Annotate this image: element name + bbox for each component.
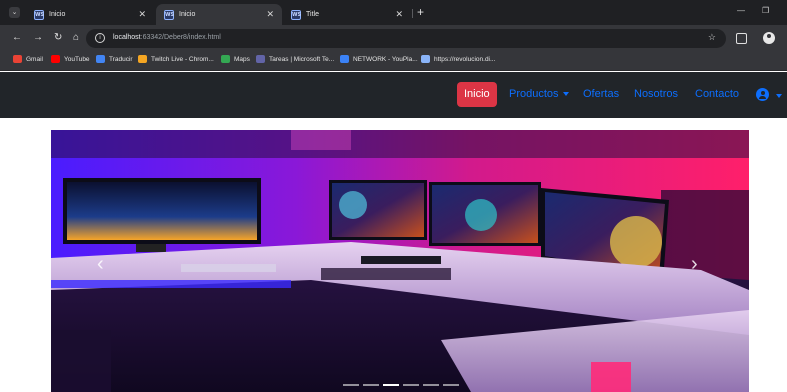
carousel-image xyxy=(51,130,749,392)
bookmark-revolucion[interactable]: https://revolucion.di... xyxy=(421,55,495,63)
network-icon xyxy=(340,55,349,63)
tab-search-icon[interactable]: ⌄ xyxy=(9,7,20,18)
nav-link-inicio[interactable]: Inicio xyxy=(457,82,497,107)
link-icon xyxy=(421,55,430,63)
url-text: localhost:63342/Deber8/index.html xyxy=(113,34,221,41)
bookmark-translate[interactable]: Traducir xyxy=(96,55,133,63)
home-icon[interactable]: ⌂ xyxy=(73,32,79,44)
carousel-indicator[interactable] xyxy=(343,384,359,386)
chevron-down-icon xyxy=(562,92,569,97)
tab-divider xyxy=(412,9,413,18)
chevron-right-icon[interactable]: › xyxy=(691,254,698,274)
bookmark-label: NETWORK - YouPla... xyxy=(353,55,418,63)
bookmark-label: Tareas | Microsoft Te... xyxy=(269,55,335,63)
bookmark-gmail[interactable]: Gmail xyxy=(13,55,43,63)
nav-link-ofertas[interactable]: Ofertas xyxy=(583,88,619,100)
close-icon[interactable]: ✕ xyxy=(266,9,274,19)
webstorm-icon: WS xyxy=(164,9,175,20)
youtube-icon xyxy=(51,55,60,63)
bookmark-label: Traducir xyxy=(109,55,133,63)
address-bar[interactable]: i localhost:63342/Deber8/index.html ☆ xyxy=(86,29,726,48)
nav-link-contacto[interactable]: Contacto xyxy=(695,88,739,100)
carousel-indicator[interactable] xyxy=(403,384,419,386)
restore-icon[interactable]: ❐ xyxy=(762,6,769,15)
browser-toolbar: ← → ↻ ⌂ i localhost:63342/Deber8/index.h… xyxy=(0,25,787,52)
bookmark-label: YouTube xyxy=(64,55,90,63)
translate-icon xyxy=(96,55,105,63)
star-icon[interactable]: ☆ xyxy=(708,32,716,43)
profile-icon[interactable] xyxy=(763,32,775,44)
browser-tab-1[interactable]: WS Inicio ✕ xyxy=(26,4,154,25)
url-path: :63342/Deber8/index.html xyxy=(140,34,221,41)
close-icon[interactable]: ✕ xyxy=(395,9,403,19)
bookmark-maps[interactable]: Maps xyxy=(221,55,250,63)
bookmark-label: Twitch Live - Chrom... xyxy=(151,55,214,63)
browser-tab-2[interactable]: WS Inicio ✕ xyxy=(156,4,282,25)
bookmark-network[interactable]: NETWORK - YouPla... xyxy=(340,55,418,63)
tab-label: Inicio xyxy=(179,11,196,18)
chevron-down-icon[interactable] xyxy=(776,94,782,98)
minimize-icon[interactable]: — xyxy=(737,6,745,15)
carousel-indicator[interactable] xyxy=(423,384,439,386)
nav-link-label: Productos xyxy=(509,88,559,100)
bookmark-label: https://revolucion.di... xyxy=(434,55,496,63)
forward-icon[interactable]: → xyxy=(33,32,43,44)
carousel-indicator[interactable] xyxy=(363,384,379,386)
bookmark-label: Maps xyxy=(234,55,250,63)
teams-icon xyxy=(256,55,265,63)
webstorm-icon: WS xyxy=(291,9,302,20)
browser-tab-3[interactable]: WS Title ✕ xyxy=(283,4,411,25)
browser-tab-strip: ⌄ WS Inicio ✕ WS Inicio ✕ WS Title ✕ + —… xyxy=(0,0,787,25)
chevron-left-icon[interactable]: ‹ xyxy=(97,254,104,274)
bookmark-twitch[interactable]: Twitch Live - Chrom... xyxy=(138,55,214,63)
bookmarks-bar: Gmail YouTube Traducir Twitch Live - Chr… xyxy=(0,52,787,71)
nav-link-nosotros[interactable]: Nosotros xyxy=(634,88,678,100)
webstorm-icon: WS xyxy=(34,9,45,20)
tab-label: Title xyxy=(306,11,319,18)
site-navbar: Inicio Productos Ofertas Nosotros Contac… xyxy=(0,72,787,118)
reload-icon[interactable]: ↻ xyxy=(54,32,62,44)
carousel-indicator[interactable] xyxy=(443,384,459,386)
nav-link-productos[interactable]: Productos xyxy=(509,88,569,100)
carousel-indicators xyxy=(343,384,459,386)
close-icon[interactable]: ✕ xyxy=(138,9,146,19)
hero-carousel: ‹ › xyxy=(51,130,749,392)
maps-icon xyxy=(221,55,230,63)
bookmark-youtube[interactable]: YouTube xyxy=(51,55,90,63)
new-tab-icon[interactable]: + xyxy=(417,5,424,19)
extensions-icon[interactable] xyxy=(736,33,747,44)
site-info-icon[interactable]: i xyxy=(95,33,105,43)
user-account-icon[interactable] xyxy=(756,88,769,101)
bookmark-label: Gmail xyxy=(26,55,43,63)
carousel-indicator[interactable] xyxy=(383,384,399,386)
tab-label: Inicio xyxy=(49,11,66,18)
gmail-icon xyxy=(13,55,22,63)
twitch-icon xyxy=(138,55,147,63)
back-icon[interactable]: ← xyxy=(12,32,22,44)
url-host: localhost xyxy=(113,34,141,41)
bookmark-teams[interactable]: Tareas | Microsoft Te... xyxy=(256,55,334,63)
